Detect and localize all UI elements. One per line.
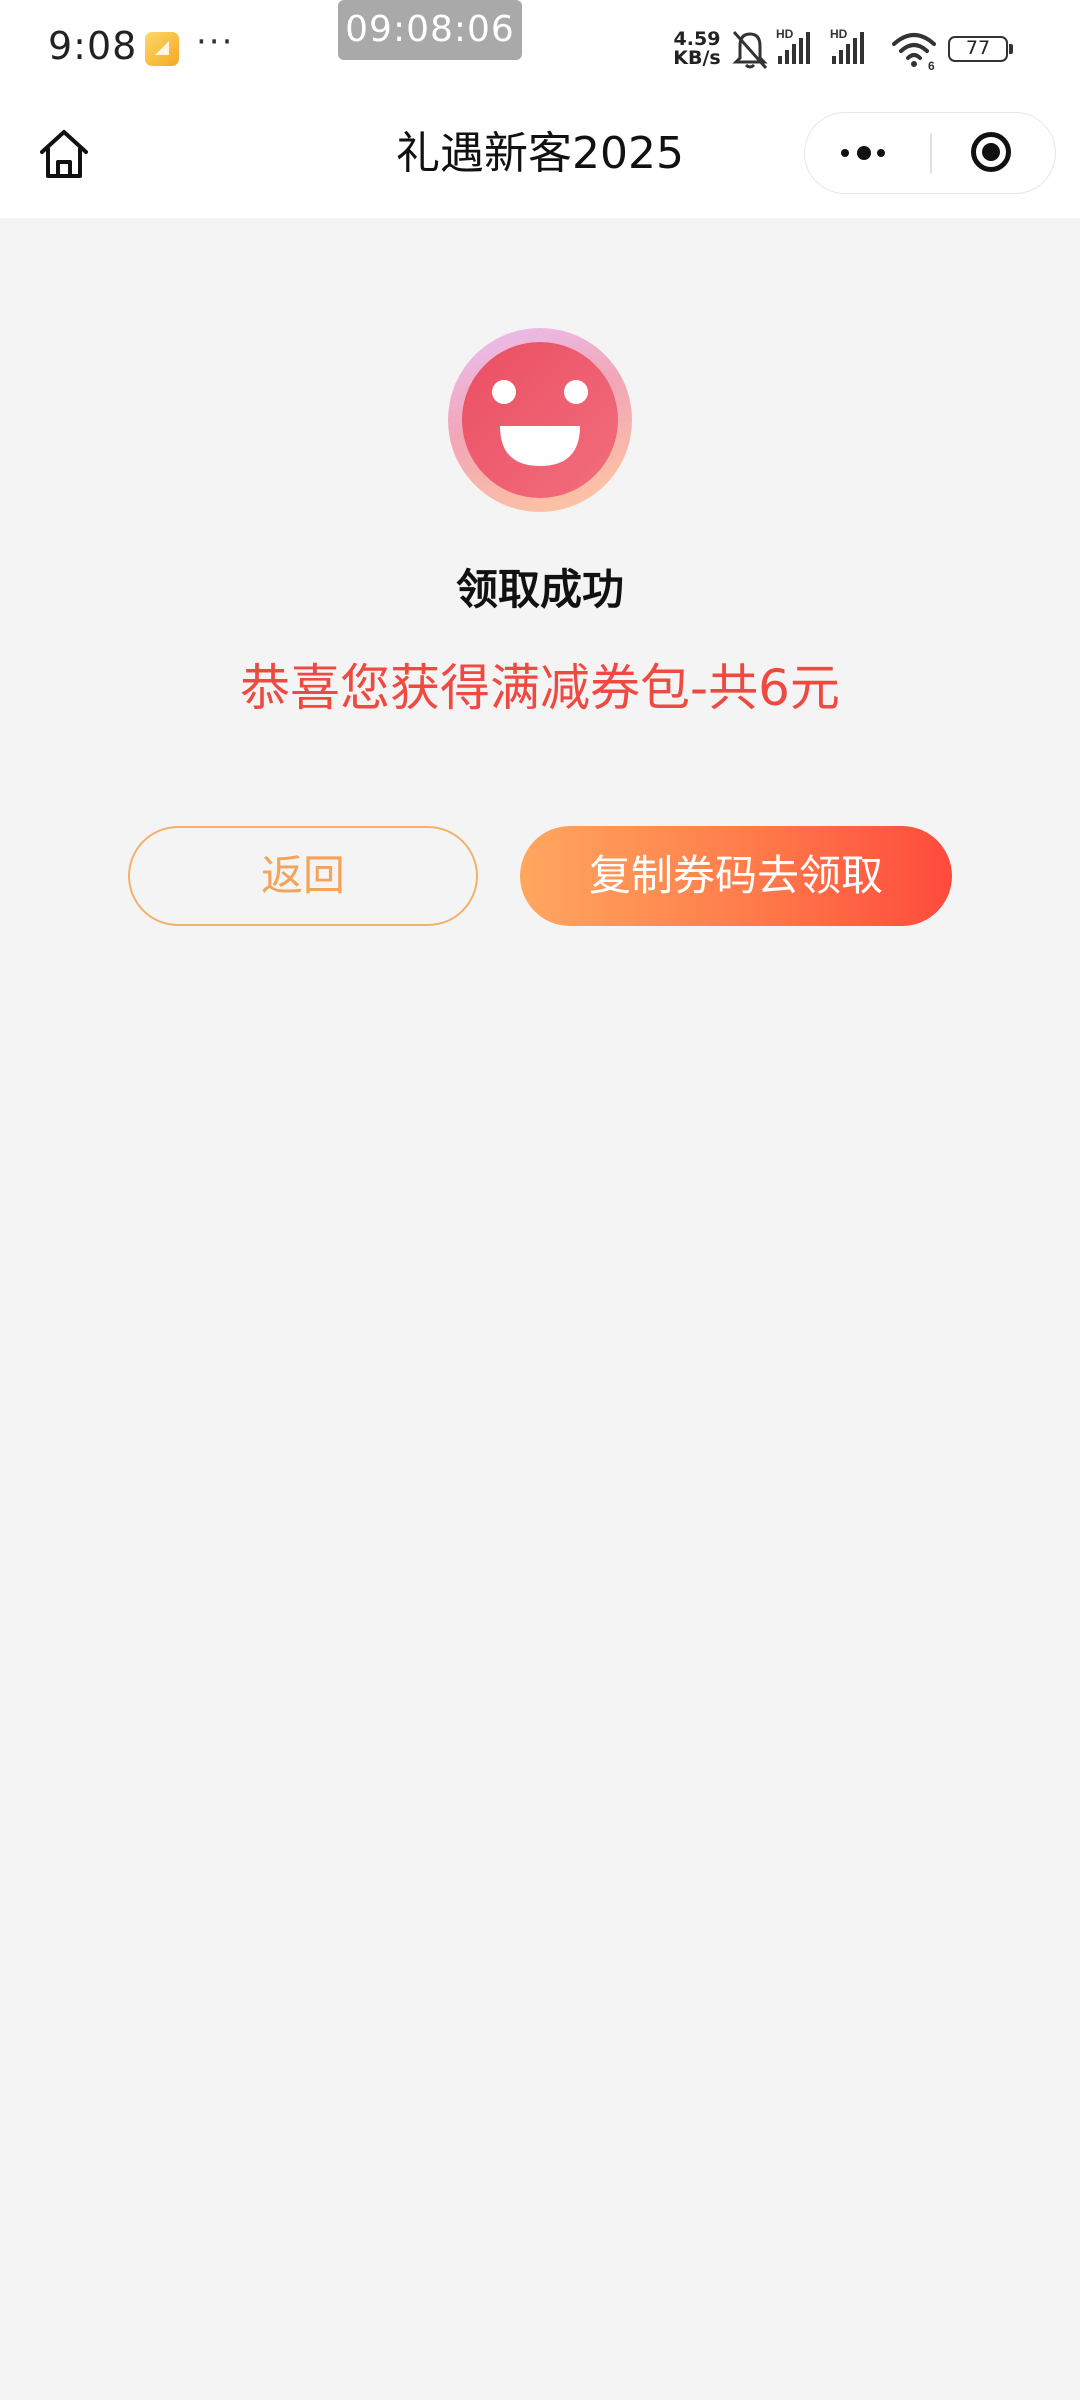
wifi-icon: 6 <box>892 33 936 72</box>
net-speed-unit: KB/s <box>673 47 721 69</box>
more-dots-icon[interactable] <box>805 113 930 195</box>
signal-icon: HD <box>830 27 864 64</box>
battery-icon: 77 <box>948 36 1013 62</box>
home-icon[interactable] <box>34 124 94 184</box>
app-screen: 9:08 ··· 09:08:06 4.59 KB/s HD HD 6 77 礼… <box>0 0 1080 2400</box>
copy-code-button[interactable]: 复制券码去领取 <box>520 826 952 926</box>
more-notifications-icon: ··· <box>196 22 235 62</box>
status-bar: 9:08 ··· 09:08:06 4.59 KB/s HD HD 6 77 <box>0 0 1080 98</box>
app-notification-icon <box>145 32 179 66</box>
signal-2-label: HD <box>830 27 848 41</box>
smiley-face-icon <box>448 328 632 512</box>
success-title: 领取成功 <box>455 565 624 614</box>
wifi-label: 6 <box>928 59 935 72</box>
target-close-icon[interactable] <box>931 113 1055 195</box>
page-title: 礼遇新客2025 <box>396 128 684 179</box>
status-time: 9:08 <box>48 24 138 68</box>
nav-bar: 礼遇新客2025 <box>0 98 1080 218</box>
battery-level: 77 <box>965 37 991 59</box>
clock-overlay: 09:08:06 <box>338 0 522 60</box>
signal-1-label: HD <box>776 27 794 41</box>
reward-message: 恭喜您获得满减券包-共6元 <box>240 659 840 717</box>
back-button[interactable]: 返回 <box>128 826 478 926</box>
mute-bell-icon <box>732 31 768 69</box>
net-speed: 4.59 KB/s <box>672 30 722 68</box>
mini-program-capsule <box>804 112 1056 194</box>
signal-icon: HD <box>776 27 810 64</box>
